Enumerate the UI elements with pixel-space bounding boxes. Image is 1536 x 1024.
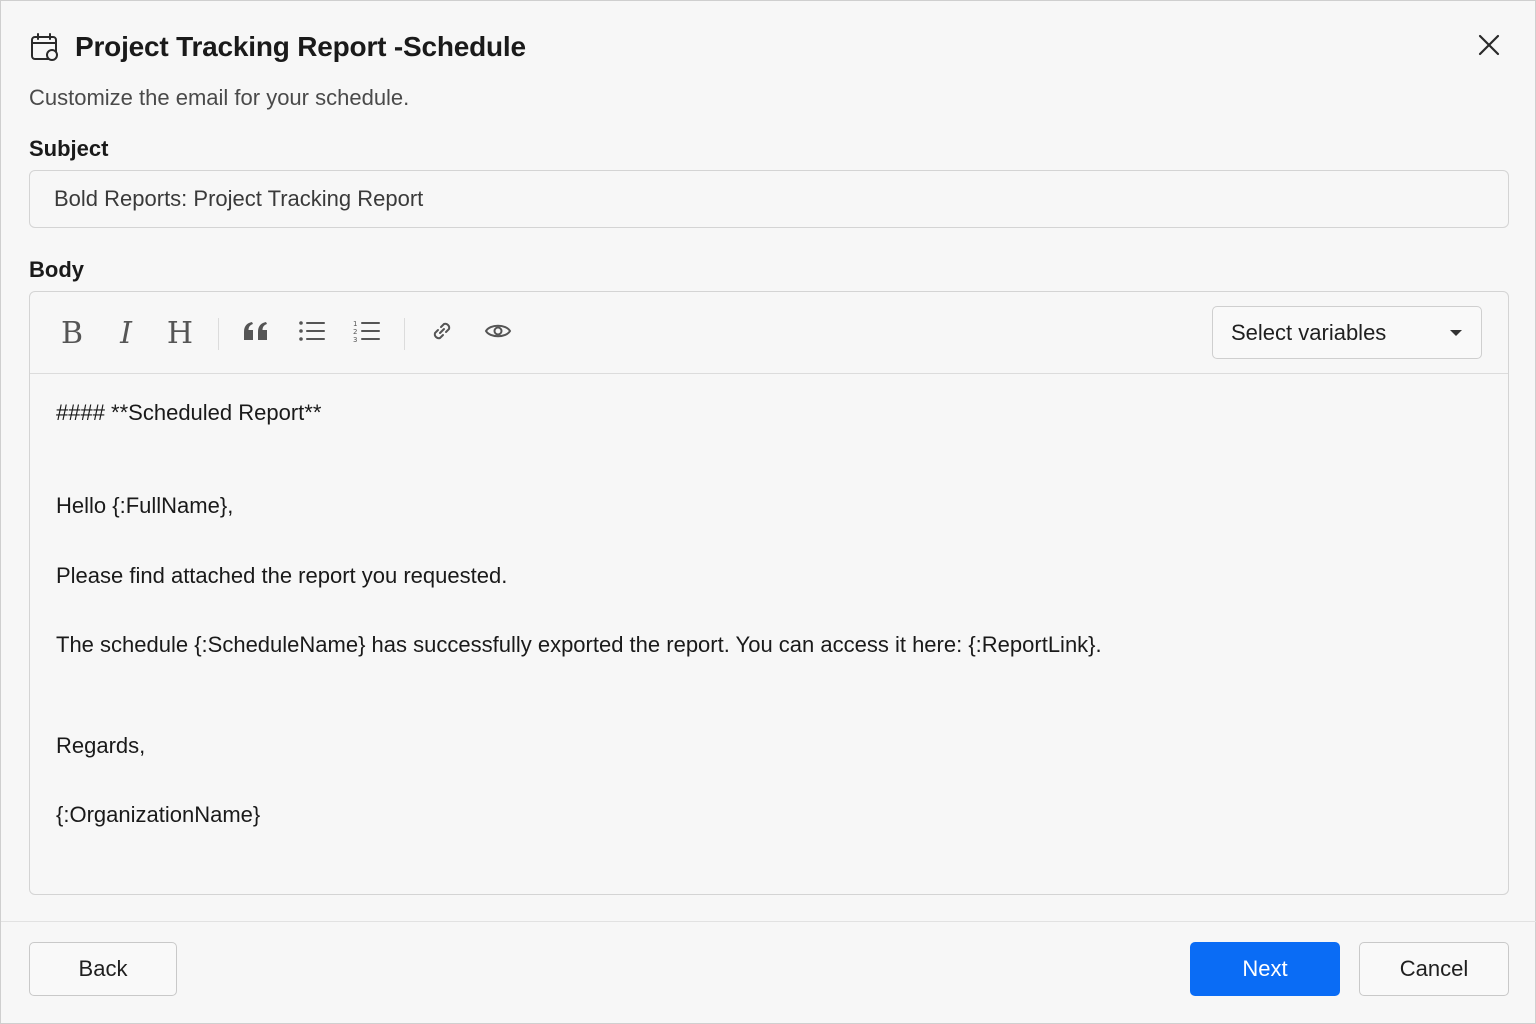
body-editor: B I H 1 2 3 Select variables #### **Sche… bbox=[29, 291, 1509, 895]
dialog-subtitle: Customize the email for your schedule. bbox=[29, 85, 410, 110]
dialog-title: Project Tracking Report -Schedule bbox=[75, 31, 526, 62]
numbered-list-icon: 1 2 3 bbox=[353, 319, 381, 348]
quote-button[interactable] bbox=[236, 313, 276, 353]
body-line: {:OrganizationName} bbox=[56, 802, 261, 827]
cancel-button[interactable]: Cancel bbox=[1359, 942, 1509, 996]
body-label: Body bbox=[29, 257, 84, 282]
numbered-list-button[interactable]: 1 2 3 bbox=[347, 313, 387, 353]
link-button[interactable] bbox=[422, 313, 462, 353]
calendar-clock-icon bbox=[29, 31, 61, 63]
select-variables-dropdown[interactable]: Select variables bbox=[1212, 306, 1482, 359]
italic-button[interactable]: I bbox=[106, 313, 146, 353]
schedule-email-dialog: Project Tracking Report -Schedule Custom… bbox=[0, 0, 1536, 1024]
body-line: Please find attached the report you requ… bbox=[56, 563, 508, 588]
bullet-list-icon bbox=[298, 319, 326, 348]
select-variables-label: Select variables bbox=[1231, 319, 1387, 345]
subject-input[interactable] bbox=[29, 170, 1509, 228]
italic-icon: I bbox=[120, 315, 132, 351]
svg-text:2: 2 bbox=[353, 328, 357, 336]
close-button[interactable] bbox=[1471, 29, 1507, 65]
quote-icon bbox=[242, 320, 270, 347]
svg-text:1: 1 bbox=[353, 320, 357, 328]
link-icon bbox=[429, 318, 455, 349]
close-icon bbox=[1478, 34, 1500, 61]
bold-button[interactable]: B bbox=[52, 313, 92, 353]
body-line: Regards, bbox=[56, 733, 146, 758]
toolbar-divider bbox=[404, 318, 405, 350]
body-line: Hello {:FullName}, bbox=[56, 493, 234, 518]
bold-icon: B bbox=[60, 315, 84, 351]
preview-icon bbox=[484, 321, 512, 346]
body-line: The schedule {:ScheduleName} has success… bbox=[56, 632, 1102, 657]
next-button[interactable]: Next bbox=[1190, 942, 1340, 996]
title-row: Project Tracking Report -Schedule bbox=[29, 29, 1507, 65]
subject-label: Subject bbox=[29, 136, 109, 161]
toolbar-divider bbox=[218, 318, 219, 350]
footer-divider bbox=[1, 921, 1536, 922]
back-button[interactable]: Back bbox=[29, 942, 177, 996]
svg-text:3: 3 bbox=[353, 336, 357, 343]
preview-button[interactable] bbox=[478, 313, 518, 353]
caret-down-icon bbox=[1449, 324, 1463, 342]
heading-button[interactable]: H bbox=[160, 313, 200, 353]
heading-icon: H bbox=[166, 315, 194, 351]
dialog-header: Project Tracking Report -Schedule Custom… bbox=[29, 29, 1507, 110]
body-line: #### **Scheduled Report** bbox=[56, 400, 322, 425]
bullet-list-button[interactable] bbox=[292, 313, 332, 353]
editor-toolbar: B I H 1 2 3 Select variables bbox=[30, 292, 1508, 374]
